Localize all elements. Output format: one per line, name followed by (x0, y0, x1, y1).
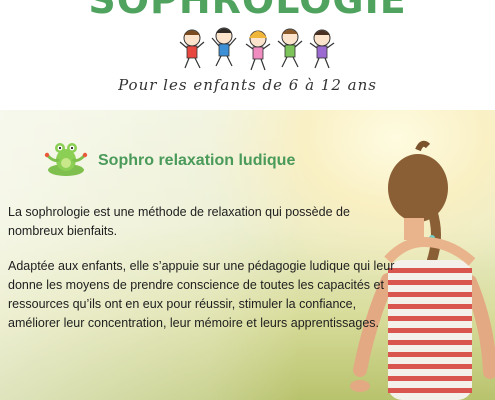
page-title: SOPHROLOGIE (88, 0, 407, 22)
kid-figure (179, 29, 205, 69)
section-heading: Sophro relaxation ludique (98, 152, 296, 169)
intro-paragraph: La sophrologie est une méthode de relaxa… (8, 205, 350, 238)
page-subtitle: Pour les enfants de 6 à 12 ans (118, 76, 377, 94)
meditating-girl-photo (350, 140, 495, 400)
kid-figure (211, 27, 237, 67)
jumping-kids-illustration (179, 27, 335, 71)
kid-figure (277, 28, 303, 68)
kid-figure (309, 29, 335, 69)
header-area: SOPHROLOGIE Pour les enfants de 6 à 12 a… (0, 0, 495, 110)
kid-figure (245, 30, 271, 71)
description-paragraph: Adaptée aux enfants, elle s’appuie sur u… (8, 259, 395, 330)
meditating-frog-icon (44, 143, 88, 176)
